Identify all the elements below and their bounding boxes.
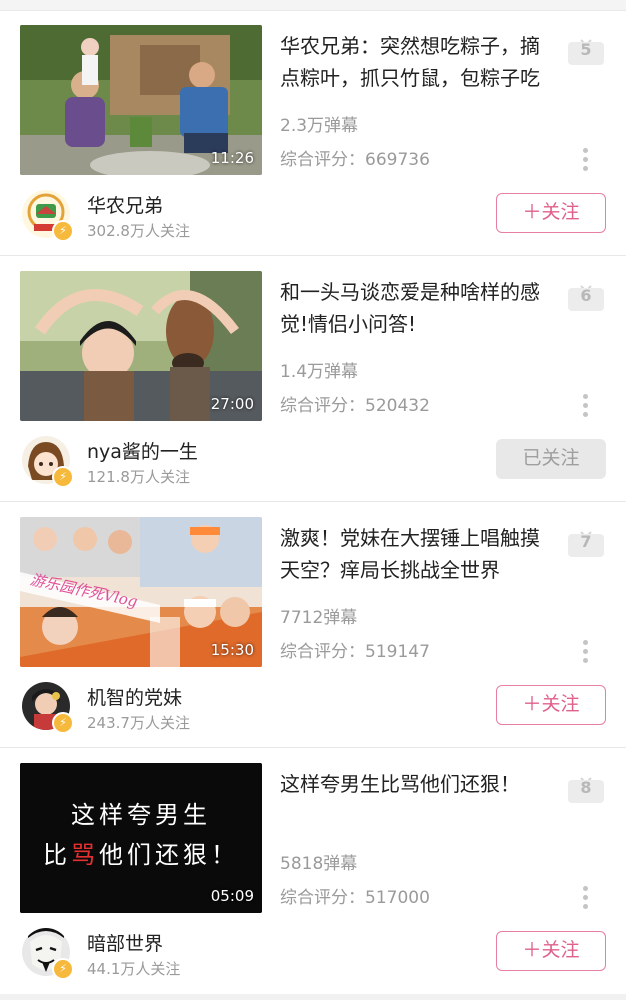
tv-rank-icon: 6: [567, 282, 605, 312]
verified-badge-icon: ⚡: [52, 466, 74, 488]
follow-button[interactable]: ＋关注: [496, 685, 606, 725]
video-title[interactable]: 激爽！党妹在大摆锤上唱触摸天空？痒局长挑战全世界: [280, 522, 550, 586]
uploader-name[interactable]: 暗部世界: [87, 929, 163, 956]
tv-rank-icon: 5: [567, 36, 605, 66]
svg-text:比骂他们还狠！: 比骂他们还狠！: [43, 841, 239, 869]
tv-rank-icon: 8: [567, 774, 605, 804]
danmaku-count: 5818弹幕: [280, 854, 358, 874]
danmaku-count: 7712弹幕: [280, 608, 358, 628]
follower-count: 243.7万人关注: [87, 714, 190, 732]
more-vertical-icon[interactable]: [578, 640, 592, 666]
ranking-feed: 11:26 华农兄弟：突然想吃粽子，摘点粽叶，抓只竹鼠，包粽子吃 5 2.3万弹…: [0, 10, 626, 994]
more-vertical-icon[interactable]: [578, 394, 592, 420]
video-thumbnail[interactable]: 27:00: [20, 271, 262, 421]
thumbnail-caption-a: 比: [43, 841, 71, 869]
follower-count: 121.8万人关注: [87, 468, 190, 486]
uploader-name[interactable]: nya酱的一生: [87, 437, 198, 464]
uploader-name[interactable]: 华农兄弟: [87, 191, 163, 218]
video-duration: 11:26: [210, 149, 254, 167]
tv-rank-icon: 7: [567, 528, 605, 558]
danmaku-count: 1.4万弹幕: [280, 362, 359, 382]
video-thumbnail[interactable]: 这样夸男生 比骂他们还狠！ 05:09: [20, 763, 262, 913]
video-item[interactable]: 27:00 和一头马谈恋爱是种啥样的感觉!情侣小问答! 6 1.4万弹幕 综合评…: [0, 256, 626, 502]
video-duration: 27:00: [210, 395, 254, 413]
followed-button[interactable]: 已关注: [496, 439, 606, 479]
overall-score: 综合评分：517000: [280, 888, 430, 908]
overall-score: 综合评分：669736: [280, 150, 430, 170]
video-item[interactable]: 游乐园作死Vlog 15:30 激爽！党妹在大摆锤上唱触摸天空？痒局长挑战全世界…: [0, 502, 626, 748]
thumbnail-caption-c: 他们还狠！: [99, 841, 239, 869]
video-title[interactable]: 华农兄弟：突然想吃粽子，摘点粽叶，抓只竹鼠，包粽子吃: [280, 30, 550, 94]
verified-badge-icon: ⚡: [52, 220, 74, 242]
more-vertical-icon[interactable]: [578, 148, 592, 174]
thumbnail-caption-line1: 这样夸男生: [71, 801, 211, 829]
rank-number: 5: [580, 40, 592, 59]
video-title[interactable]: 和一头马谈恋爱是种啥样的感觉!情侣小问答!: [280, 276, 550, 340]
verified-badge-icon: ⚡: [52, 712, 74, 734]
rank-number: 8: [580, 778, 592, 797]
danmaku-count: 2.3万弹幕: [280, 116, 359, 136]
uploader-name[interactable]: 机智的党妹: [87, 683, 182, 710]
overall-score: 综合评分：519147: [280, 642, 430, 662]
video-item[interactable]: 这样夸男生 比骂他们还狠！ 05:09 这样夸男生比骂他们还狠！ 8 5818弹…: [0, 748, 626, 994]
thumbnail-caption-b: 骂: [71, 841, 99, 869]
verified-badge-icon: ⚡: [52, 958, 74, 980]
more-vertical-icon[interactable]: [578, 886, 592, 912]
video-title[interactable]: 这样夸男生比骂他们还狠！: [280, 768, 550, 800]
video-duration: 05:09: [210, 887, 254, 905]
follow-button[interactable]: ＋关注: [496, 193, 606, 233]
overall-score: 综合评分：520432: [280, 396, 430, 416]
bottom-divider: [0, 994, 626, 1000]
rank-number: 7: [580, 532, 592, 551]
video-duration: 15:30: [210, 641, 254, 659]
follow-button[interactable]: ＋关注: [496, 931, 606, 971]
follower-count: 302.8万人关注: [87, 222, 190, 240]
video-thumbnail[interactable]: 游乐园作死Vlog 15:30: [20, 517, 262, 667]
video-item[interactable]: 11:26 华农兄弟：突然想吃粽子，摘点粽叶，抓只竹鼠，包粽子吃 5 2.3万弹…: [0, 10, 626, 256]
video-thumbnail[interactable]: 11:26: [20, 25, 262, 175]
follower-count: 44.1万人关注: [87, 960, 181, 978]
rank-number: 6: [580, 286, 592, 305]
